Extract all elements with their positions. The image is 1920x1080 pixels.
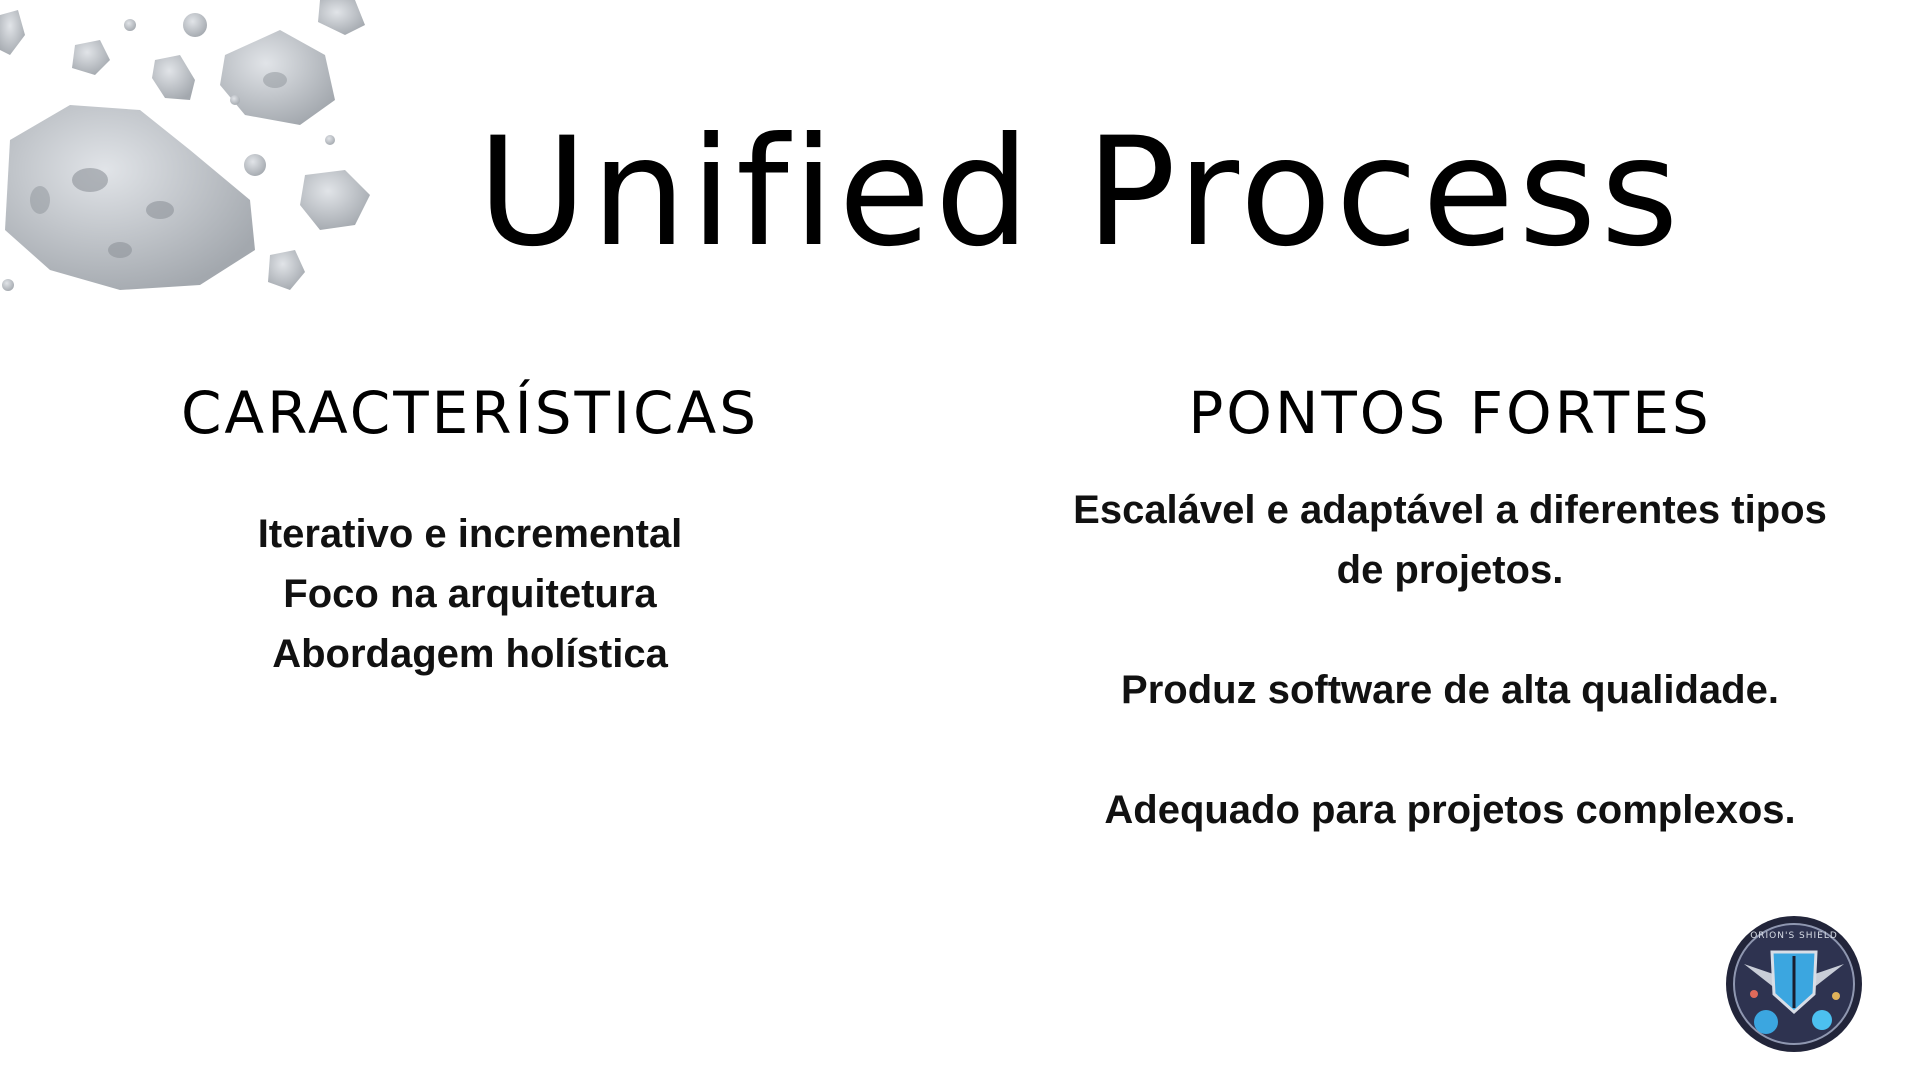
orions-shield-emblem-icon: ORION'S SHIELD [1726, 916, 1862, 1052]
list-item: Iterativo e incremental [257, 512, 683, 556]
slide-title: Unified Process [477, 106, 1683, 280]
list-item: Abordagem holística [272, 632, 668, 676]
characteristics-heading: CARACTERÍSTICAS [180, 379, 760, 447]
list-item: Adequado para projetos complexos. [1104, 788, 1796, 832]
list-item: Produz software de alta qualidade. [1121, 668, 1779, 712]
strengths-heading: PONTOS FORTES [1188, 379, 1712, 447]
slide: Unified Process CARACTERÍSTICAS Iterativ… [0, 0, 1920, 1080]
list-item: Foco na arquitetura [283, 572, 657, 616]
characteristics-list: Iterativo e incremental Foco na arquitet… [130, 504, 810, 684]
emblem-text: ORION'S SHIELD [1750, 931, 1838, 941]
strengths-list: Escalável e adaptável a diferentes tipos… [1050, 480, 1850, 840]
list-item: Escalável e adaptável a diferentes tipos… [1073, 488, 1827, 592]
asteroids-decoration-icon [0, 0, 370, 291]
